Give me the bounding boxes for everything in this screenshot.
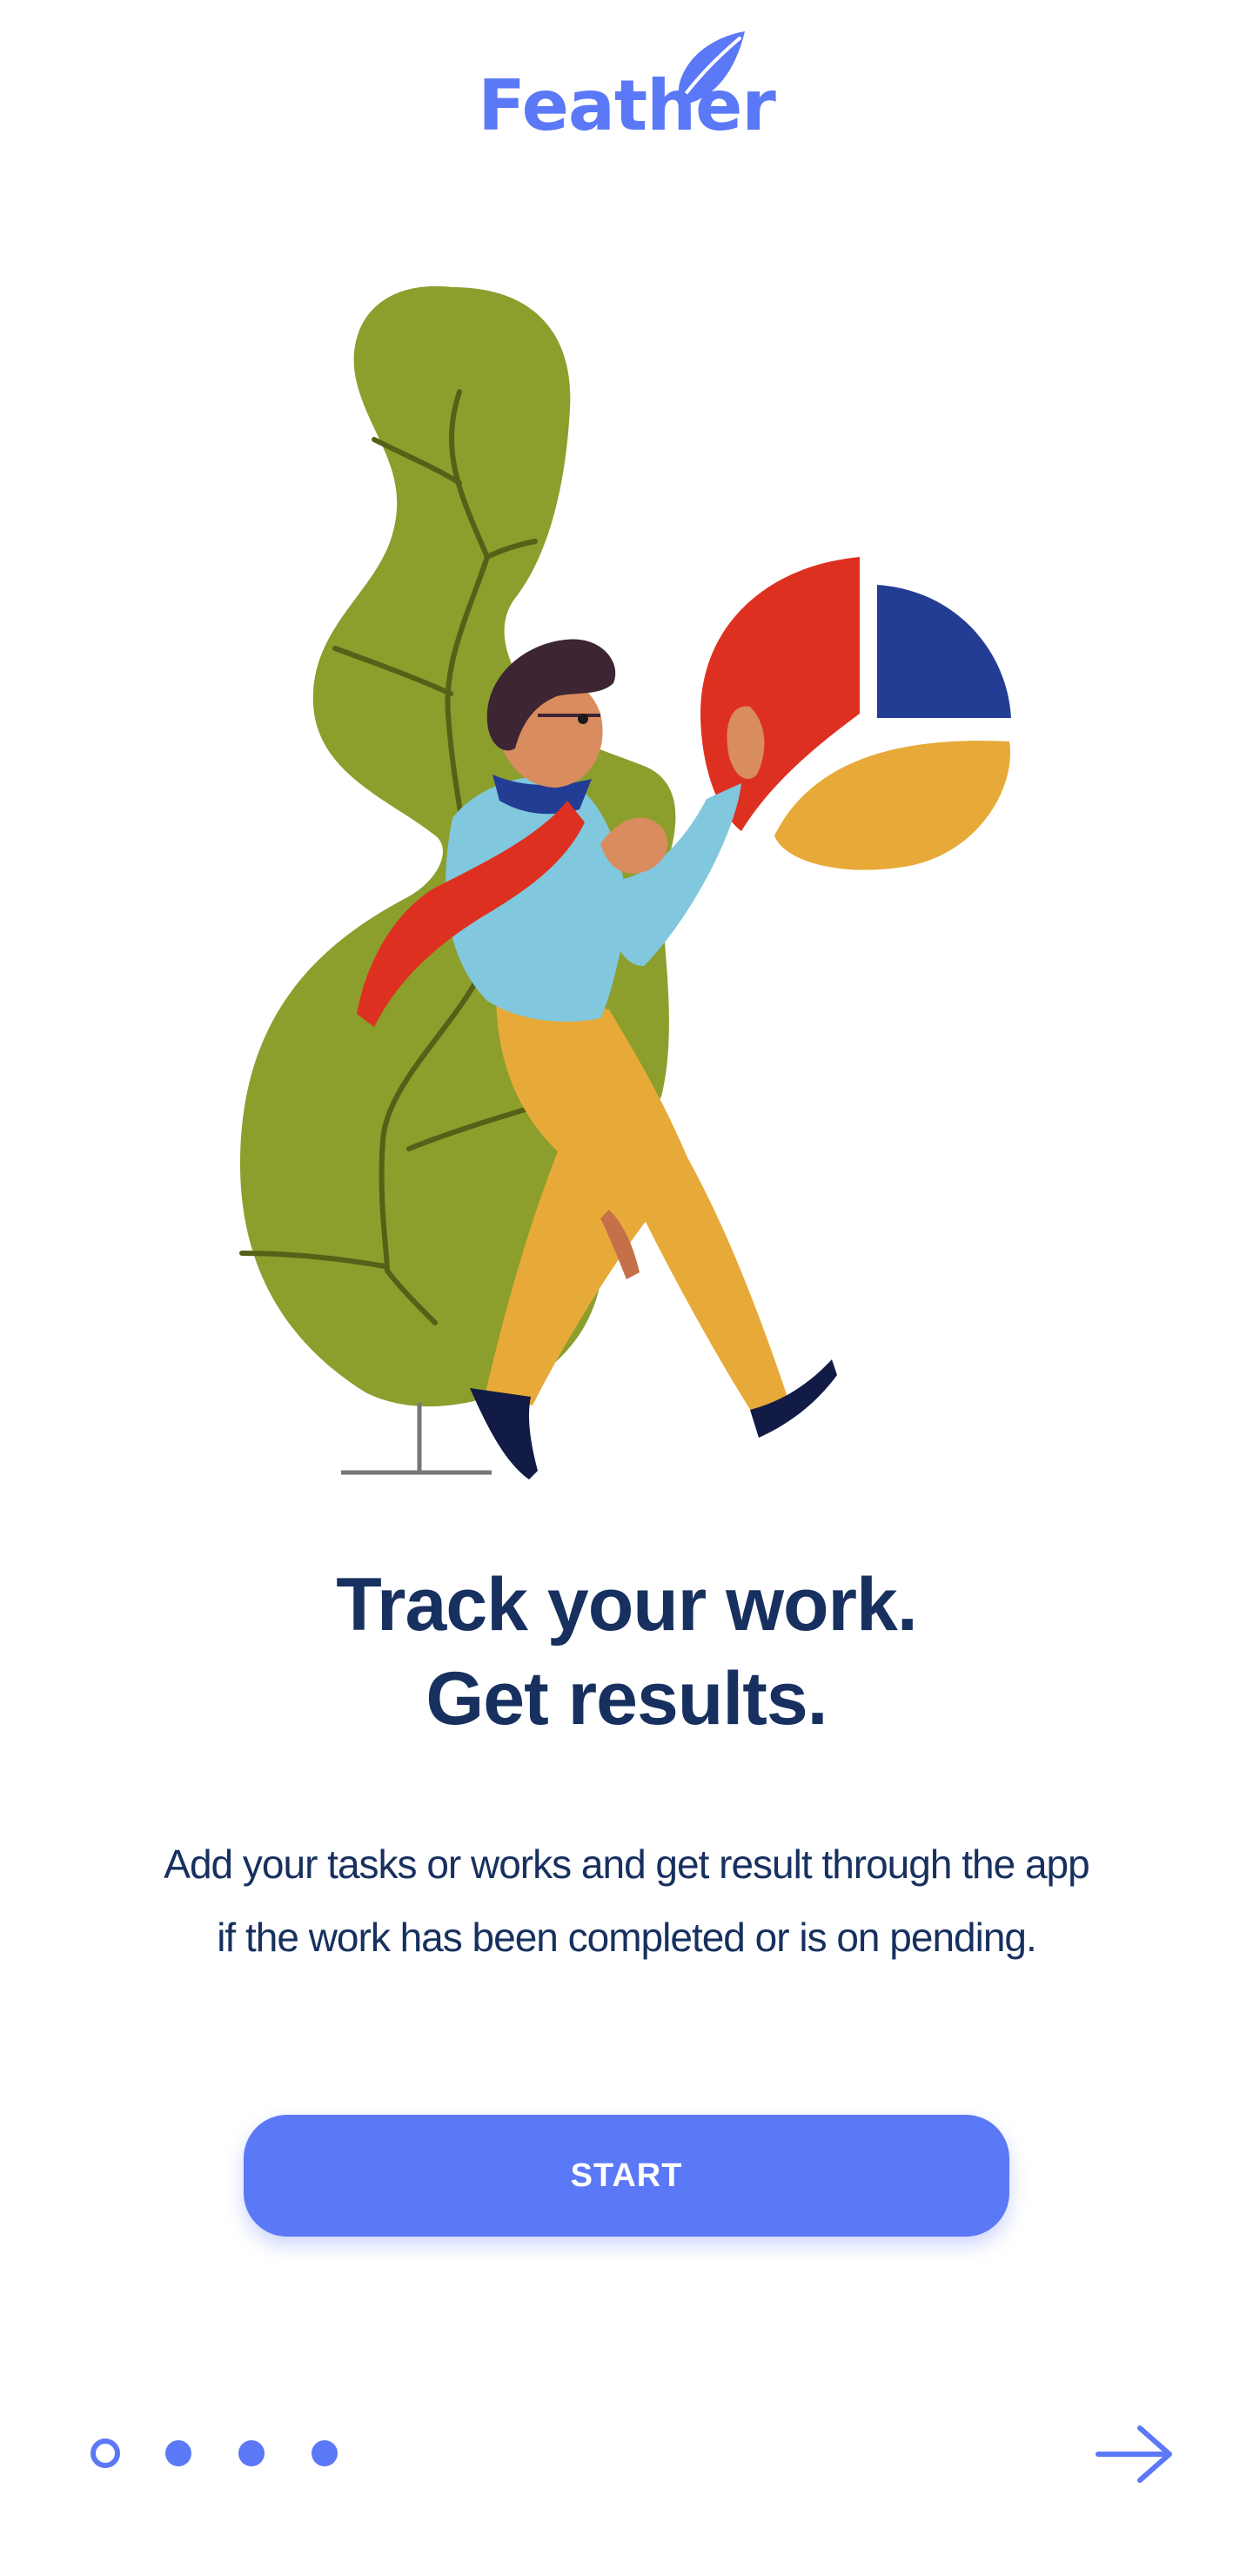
app-logo: Feather xyxy=(0,9,1253,157)
headline-line: Get results. xyxy=(425,1657,828,1741)
arrow-right-icon[interactable] xyxy=(1095,2423,1175,2485)
page-indicator xyxy=(90,2438,369,2470)
page-dot[interactable] xyxy=(165,2440,191,2466)
onboarding-screen: Feather Track your work. Get results. Ad… xyxy=(0,0,1253,2576)
hero-illustration xyxy=(239,285,1011,1479)
description-line: Add your tasks or works and get result t… xyxy=(164,1841,1089,1887)
onboarding-description: Add your tasks or works and get result t… xyxy=(0,1828,1253,1974)
page-dot-active[interactable] xyxy=(90,2438,120,2468)
page-dot[interactable] xyxy=(238,2440,265,2466)
page-dot[interactable] xyxy=(312,2440,338,2466)
start-button[interactable]: START xyxy=(244,2115,1009,2237)
onboarding-headline: Track your work. Get results. xyxy=(0,1558,1253,1746)
description-line: if the work has been completed or is on … xyxy=(217,1915,1037,1960)
app-name: Feather xyxy=(478,65,776,146)
headline-line: Track your work. xyxy=(336,1563,918,1647)
